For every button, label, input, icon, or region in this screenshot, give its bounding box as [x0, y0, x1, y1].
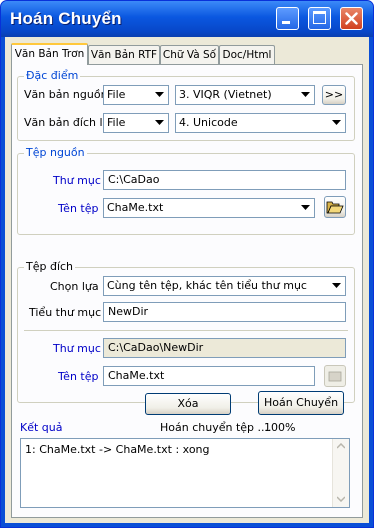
source-file-label: Tên tệp [58, 202, 99, 215]
chevron-down-icon [329, 278, 344, 294]
source-file-group: Tệp nguồn Thư mục C:\CaDao Tên tệp ChaMe… [17, 146, 355, 235]
close-icon [345, 12, 358, 25]
subdir-field[interactable]: NewDir [103, 302, 346, 322]
result-log[interactable]: 1: ChaMe.txt -> ChaMe.txt : xong [20, 438, 350, 508]
clear-button[interactable]: Xóa [145, 393, 231, 415]
chevron-down-icon [152, 115, 167, 131]
tab-rtf-text[interactable]: Văn Bản RTF [88, 45, 160, 64]
divider [24, 330, 348, 331]
source-type-value: File [107, 88, 126, 101]
maximize-icon [313, 11, 326, 24]
source-file-select[interactable]: ChaMe.txt [103, 198, 315, 218]
log-scrollbar[interactable] [332, 439, 349, 507]
tab-alphanumeric[interactable]: Chữ Và Số [160, 45, 219, 64]
source-type-select[interactable]: File [103, 85, 169, 105]
target-file-label: Tên tệp [58, 370, 99, 383]
target-option-value: Cùng tên tệp, khác tên tiểu thư mục [107, 279, 307, 292]
scroll-up-icon [337, 443, 345, 449]
target-type-value: File [107, 116, 126, 129]
target-file-field[interactable]: ChaMe.txt [103, 366, 315, 386]
status-text: Hoán chuyển tệp .... [160, 421, 272, 434]
target-encoding-value: 4. Unicode [179, 116, 238, 129]
plain-text-panel: Đặc điểm Văn bản nguồn File 3. VIQR (Vie… [11, 64, 363, 518]
log-line: 1: ChaMe.txt -> ChaMe.txt : xong [25, 443, 210, 456]
close-button[interactable] [340, 7, 363, 30]
minimize-icon [282, 21, 290, 24]
app-window: Hoán Chuyển Văn Bản Trơn Văn Bản RTF Chữ… [0, 0, 374, 528]
minimize-button[interactable] [276, 7, 299, 30]
browse-source-button[interactable] [324, 196, 346, 218]
result-label: Kết quả [20, 421, 63, 434]
source-file-legend: Tệp nguồn [24, 146, 87, 159]
source-file-value: ChaMe.txt [107, 201, 164, 214]
more-options-button[interactable]: >> [322, 85, 346, 105]
window-client: Văn Bản Trơn Văn Bản RTF Chữ Và Số Doc/H… [5, 37, 369, 523]
target-dir-label: Thư mục [53, 342, 101, 355]
tab-doc-html[interactable]: Doc/Html [219, 45, 275, 64]
maximize-button[interactable] [308, 7, 331, 30]
title-bar[interactable]: Hoán Chuyển [1, 1, 373, 37]
target-option-select[interactable]: Cùng tên tệp, khác tên tiểu thư mục [103, 276, 346, 296]
chevron-down-icon [298, 200, 313, 216]
browse-target-button [324, 365, 346, 387]
source-text-label: Văn bản nguồn [24, 88, 108, 101]
chevron-down-icon [152, 87, 167, 103]
target-dir-field: C:\CaDao\NewDir [103, 338, 346, 358]
tab-plain-text[interactable]: Văn Bản Trơn [11, 43, 88, 65]
target-text-label: Văn bản đích là [24, 116, 110, 129]
option-label: Chọn lựa [50, 280, 99, 293]
convert-button[interactable]: Hoán Chuyển [258, 391, 344, 415]
features-legend: Đặc điểm [24, 69, 81, 82]
folder-open-icon [326, 201, 344, 214]
source-dir-label: Thư mục [53, 174, 101, 187]
target-file-group: Tệp đích Chọn lựa Cùng tên tệp, khác tên… [17, 260, 355, 403]
source-encoding-value: 3. VIQR (Vietnet) [179, 88, 272, 101]
progress-value: 100% [264, 421, 296, 434]
scroll-down-icon [337, 496, 345, 502]
subdir-label: Tiểu thư mục [29, 306, 102, 319]
target-encoding-select[interactable]: 4. Unicode [175, 113, 346, 133]
features-group: Đặc điểm Văn bản nguồn File 3. VIQR (Vie… [17, 69, 355, 141]
source-dir-field[interactable]: C:\CaDao [103, 170, 346, 190]
chevron-down-icon [298, 87, 313, 103]
chevron-down-icon [329, 115, 344, 131]
target-type-select[interactable]: File [103, 113, 169, 133]
window-title: Hoán Chuyển [10, 9, 122, 28]
folder-disabled-icon [328, 371, 342, 382]
source-encoding-select[interactable]: 3. VIQR (Vietnet) [175, 85, 315, 105]
target-file-legend: Tệp đích [24, 260, 76, 273]
